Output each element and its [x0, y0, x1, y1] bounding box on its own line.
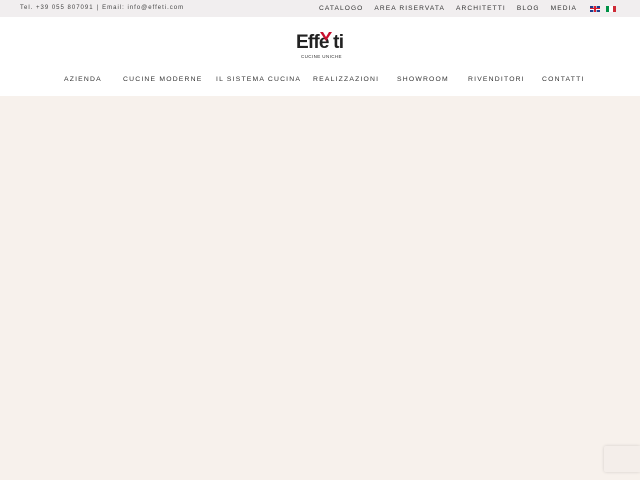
nav-item-realizzazioni[interactable]: REALIZZAZIONI: [313, 74, 379, 86]
floating-badge[interactable]: [604, 446, 640, 472]
top-link-catalogo[interactable]: CATALOGO: [319, 5, 363, 12]
nav-item-showroom[interactable]: SHOWROOM: [397, 74, 449, 86]
top-utility-bar: Tel. +39 055 807091 | Email: info@effeti.c…: [0, 0, 640, 17]
top-link-architetti[interactable]: ARCHITETTI: [456, 5, 506, 12]
logo-tagline: CUCINE UNICHE: [301, 54, 342, 59]
top-link-area-riservata[interactable]: AREA RISERVATA: [374, 5, 445, 12]
nav-item-cucine-moderne[interactable]: CUCINE MODERNE: [123, 74, 203, 86]
email-address[interactable]: Email: info@effeti.com: [102, 5, 184, 11]
nav-item-contatti[interactable]: CONTATTI: [542, 74, 585, 86]
top-link-media[interactable]: MEDIA: [551, 5, 577, 12]
phone-number[interactable]: Tel. +39 055 807091: [20, 5, 94, 11]
hero-section: [0, 96, 640, 480]
top-links: CATALOGO AREA RISERVATA ARCHITETTI BLOG …: [308, 0, 616, 17]
main-navigation: AZIENDA CUCINE MODERNE IL SISTEMA CUCINA…: [0, 74, 640, 86]
nav-item-rivenditori[interactable]: RIVENDITORI: [468, 74, 525, 86]
contact-info: Tel. +39 055 807091 | Email: info@effeti.c…: [20, 0, 184, 17]
nav-item-il-sistema-cucina[interactable]: IL SISTEMA CUCINA: [216, 74, 301, 86]
logo-v-mark-icon: [320, 32, 332, 41]
effeti-logo[interactable]: Effe ti CUCINE UNICHE: [296, 32, 346, 60]
nav-item-azienda[interactable]: AZIENDA: [64, 74, 102, 86]
top-link-blog[interactable]: BLOG: [517, 5, 540, 12]
contact-separator: |: [96, 5, 100, 11]
english-flag-icon[interactable]: [590, 5, 600, 12]
italian-flag-icon[interactable]: [606, 5, 616, 12]
